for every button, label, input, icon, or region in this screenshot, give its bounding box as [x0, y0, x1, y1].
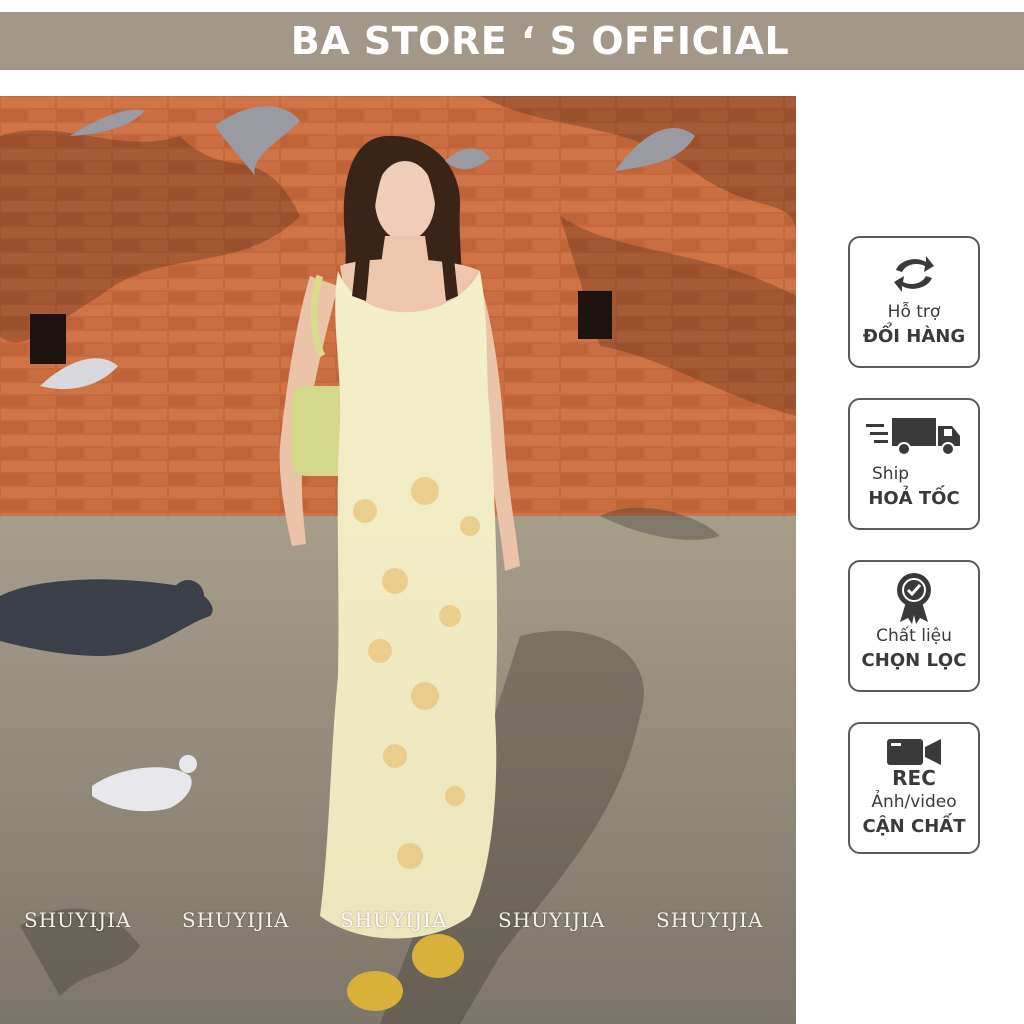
badge-exchange-line1: Hỗ trợ [887, 302, 941, 322]
badge-exchange-line2: ĐỔI HÀNG [862, 326, 966, 347]
product-listing-image: BA STORE ‘ S OFFICIAL SHUYIJIA SHUYIJIA … [0, 0, 1024, 1024]
watermark-text: SHUYIJIA [182, 908, 290, 932]
sandal [412, 934, 464, 978]
wall-vent [578, 291, 612, 339]
badge-material-line2: CHỌN LỌC [861, 650, 967, 671]
product-photo: SHUYIJIA SHUYIJIA SHUYIJIA SHUYIJIA SHUY… [0, 96, 796, 1024]
badge-exchange: Hỗ trợ ĐỔI HÀNG [848, 236, 980, 368]
badge-video-line2: CẬN CHẤT [862, 816, 966, 837]
badge-material-line1: Chất liệu [876, 626, 952, 646]
photo-illustration [0, 96, 796, 1024]
exchange-arrows-icon [890, 248, 938, 300]
watermark-row: SHUYIJIA SHUYIJIA SHUYIJIA SHUYIJIA SHUY… [0, 908, 796, 938]
watermark-text: SHUYIJIA [656, 908, 764, 932]
watermark-text: SHUYIJIA [498, 908, 606, 932]
store-name: BA STORE ‘ S OFFICIAL [290, 19, 790, 63]
badge-video-line1: Ảnh/video [871, 792, 957, 812]
sandal [347, 971, 403, 1011]
watermark-text: SHUYIJIA [340, 908, 448, 932]
delivery-truck-icon [866, 410, 962, 462]
store-header-bar: BA STORE ‘ S OFFICIAL [0, 12, 1024, 70]
badge-video: REC Ảnh/video CẬN CHẤT [848, 722, 980, 854]
badge-material: Chất liệu CHỌN LỌC [848, 560, 980, 692]
badge-video-rec: REC [892, 766, 936, 790]
badge-shipping-line2: HOẢ TỐC [868, 488, 960, 509]
badge-shipping: Ship HOẢ TỐC [848, 398, 980, 530]
wall-vent [30, 314, 66, 364]
video-camera-icon [887, 734, 941, 770]
watermark-text: SHUYIJIA [24, 908, 132, 932]
quality-ribbon-icon [894, 572, 934, 624]
badge-shipping-line1: Ship [872, 464, 910, 484]
